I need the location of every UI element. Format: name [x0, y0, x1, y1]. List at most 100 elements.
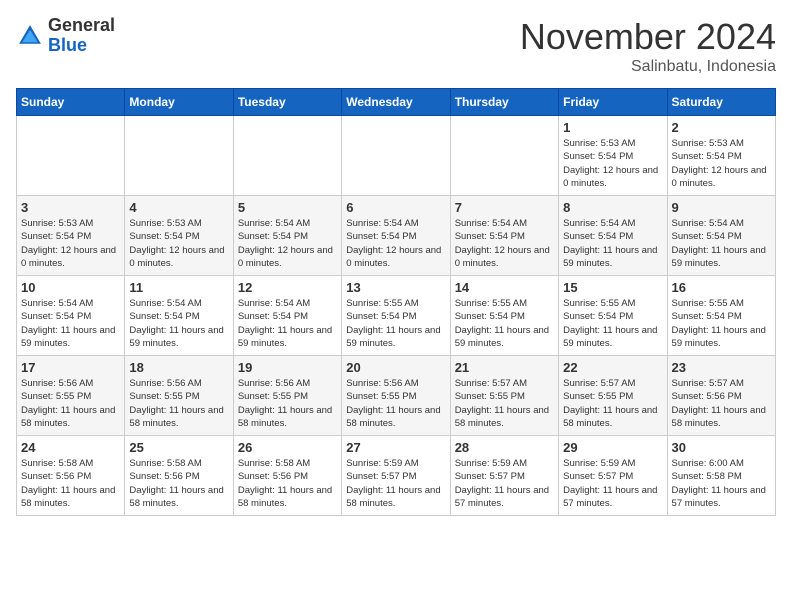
- day-info: Sunrise: 5:54 AM Sunset: 5:54 PM Dayligh…: [238, 297, 337, 350]
- day-info: Sunrise: 5:55 AM Sunset: 5:54 PM Dayligh…: [672, 297, 771, 350]
- day-info: Sunrise: 5:57 AM Sunset: 5:55 PM Dayligh…: [455, 377, 554, 430]
- calendar-week-row: 17 Sunrise: 5:56 AM Sunset: 5:55 PM Dayli…: [17, 356, 776, 436]
- general-blue-logo-icon: [16, 22, 44, 50]
- day-number: 5: [238, 200, 337, 215]
- calendar-table: SundayMondayTuesdayWednesdayThursdayFrid…: [16, 88, 776, 516]
- day-info: Sunrise: 5:56 AM Sunset: 5:55 PM Dayligh…: [129, 377, 228, 430]
- calendar-cell: 4 Sunrise: 5:53 AM Sunset: 5:54 PM Daylig…: [125, 196, 233, 276]
- calendar-cell: 6 Sunrise: 5:54 AM Sunset: 5:54 PM Daylig…: [342, 196, 450, 276]
- calendar-cell: 11 Sunrise: 5:54 AM Sunset: 5:54 PM Dayli…: [125, 276, 233, 356]
- day-info: Sunrise: 5:54 AM Sunset: 5:54 PM Dayligh…: [129, 297, 228, 350]
- col-header-sunday: Sunday: [17, 89, 125, 116]
- day-number: 24: [21, 440, 120, 455]
- day-number: 1: [563, 120, 662, 135]
- calendar-week-row: 24 Sunrise: 5:58 AM Sunset: 5:56 PM Dayli…: [17, 436, 776, 516]
- calendar-cell: 21Sunrise: 5:57 AM Sunset: 5:55 PM Dayli…: [450, 356, 558, 436]
- day-info: Sunrise: 5:54 AM Sunset: 5:54 PM Dayligh…: [238, 217, 337, 270]
- day-number: 13: [346, 280, 445, 295]
- day-info: Sunrise: 6:00 AM Sunset: 5:58 PM Dayligh…: [672, 457, 771, 510]
- col-header-wednesday: Wednesday: [342, 89, 450, 116]
- day-number: 9: [672, 200, 771, 215]
- day-number: 3: [21, 200, 120, 215]
- day-number: 20: [346, 360, 445, 375]
- day-number: 17: [21, 360, 120, 375]
- calendar-cell: [342, 116, 450, 196]
- day-info: Sunrise: 5:58 AM Sunset: 5:56 PM Dayligh…: [129, 457, 228, 510]
- title-block: November 2024 Salinbatu, Indonesia: [520, 16, 776, 76]
- calendar-cell: 16 Sunrise: 5:55 AM Sunset: 5:54 PM Dayli…: [667, 276, 775, 356]
- day-number: 11: [129, 280, 228, 295]
- col-header-monday: Monday: [125, 89, 233, 116]
- day-number: 10: [21, 280, 120, 295]
- day-info: Sunrise: 5:57 AM Sunset: 5:56 PM Dayligh…: [672, 377, 771, 430]
- day-number: 25: [129, 440, 228, 455]
- calendar-cell: 28 Sunrise: 5:59 AM Sunset: 5:57 PM Dayli…: [450, 436, 558, 516]
- calendar-cell: 14Sunrise: 5:55 AM Sunset: 5:54 PM Dayli…: [450, 276, 558, 356]
- day-number: 12: [238, 280, 337, 295]
- day-info: Sunrise: 5:54 AM Sunset: 5:54 PM Dayligh…: [21, 297, 120, 350]
- day-number: 30: [672, 440, 771, 455]
- calendar-header-row: SundayMondayTuesdayWednesdayThursdayFrid…: [17, 89, 776, 116]
- day-number: 15: [563, 280, 662, 295]
- day-info: Sunrise: 5:54 AM Sunset: 5:54 PM Dayligh…: [563, 217, 662, 270]
- location-subtitle: Salinbatu, Indonesia: [520, 58, 776, 76]
- calendar-cell: 17 Sunrise: 5:56 AM Sunset: 5:55 PM Dayli…: [17, 356, 125, 436]
- calendar-cell: 26Sunrise: 5:58 AM Sunset: 5:56 PM Dayli…: [233, 436, 341, 516]
- calendar-week-row: 3 Sunrise: 5:53 AM Sunset: 5:54 PM Daylig…: [17, 196, 776, 276]
- day-number: 18: [129, 360, 228, 375]
- calendar-cell: 30 Sunrise: 6:00 AM Sunset: 5:58 PM Dayli…: [667, 436, 775, 516]
- calendar-week-row: 10 Sunrise: 5:54 AM Sunset: 5:54 PM Dayli…: [17, 276, 776, 356]
- calendar-cell: 5 Sunrise: 5:54 AM Sunset: 5:54 PM Daylig…: [233, 196, 341, 276]
- calendar-cell: 8 Sunrise: 5:54 AM Sunset: 5:54 PM Daylig…: [559, 196, 667, 276]
- day-info: Sunrise: 5:59 AM Sunset: 5:57 PM Dayligh…: [455, 457, 554, 510]
- calendar-cell: 25 Sunrise: 5:58 AM Sunset: 5:56 PM Dayli…: [125, 436, 233, 516]
- calendar-cell: 23 Sunrise: 5:57 AM Sunset: 5:56 PM Dayli…: [667, 356, 775, 436]
- day-info: Sunrise: 5:56 AM Sunset: 5:55 PM Dayligh…: [346, 377, 445, 430]
- day-info: Sunrise: 5:58 AM Sunset: 5:56 PM Dayligh…: [21, 457, 120, 510]
- day-number: 16: [672, 280, 771, 295]
- day-number: 22: [563, 360, 662, 375]
- col-header-saturday: Saturday: [667, 89, 775, 116]
- day-info: Sunrise: 5:55 AM Sunset: 5:54 PM Dayligh…: [346, 297, 445, 350]
- calendar-cell: 3 Sunrise: 5:53 AM Sunset: 5:54 PM Daylig…: [17, 196, 125, 276]
- calendar-cell: 12 Sunrise: 5:54 AM Sunset: 5:54 PM Dayli…: [233, 276, 341, 356]
- calendar-cell: [233, 116, 341, 196]
- day-number: 6: [346, 200, 445, 215]
- day-info: Sunrise: 5:56 AM Sunset: 5:55 PM Dayligh…: [21, 377, 120, 430]
- logo-text: General Blue: [48, 16, 115, 56]
- day-info: Sunrise: 5:54 AM Sunset: 5:54 PM Dayligh…: [346, 217, 445, 270]
- day-number: 28: [455, 440, 554, 455]
- day-number: 7: [455, 200, 554, 215]
- calendar-cell: 18 Sunrise: 5:56 AM Sunset: 5:55 PM Dayli…: [125, 356, 233, 436]
- day-number: 23: [672, 360, 771, 375]
- calendar-cell: 13 Sunrise: 5:55 AM Sunset: 5:54 PM Dayli…: [342, 276, 450, 356]
- logo-blue: Blue: [48, 35, 87, 55]
- day-number: 14: [455, 280, 554, 295]
- day-info: Sunrise: 5:57 AM Sunset: 5:55 PM Dayligh…: [563, 377, 662, 430]
- calendar-cell: 15 Sunrise: 5:55 AM Sunset: 5:54 PM Dayli…: [559, 276, 667, 356]
- day-info: Sunrise: 5:59 AM Sunset: 5:57 PM Dayligh…: [563, 457, 662, 510]
- page-header: General Blue November 2024 Salinbatu, In…: [16, 16, 776, 76]
- calendar-cell: 20 Sunrise: 5:56 AM Sunset: 5:55 PM Dayli…: [342, 356, 450, 436]
- day-info: Sunrise: 5:53 AM Sunset: 5:54 PM Dayligh…: [129, 217, 228, 270]
- month-title: November 2024: [520, 16, 776, 58]
- col-header-friday: Friday: [559, 89, 667, 116]
- day-number: 4: [129, 200, 228, 215]
- calendar-cell: 19 Sunrise: 5:56 AM Sunset: 5:55 PM Dayli…: [233, 356, 341, 436]
- calendar-cell: 27 Sunrise: 5:59 AM Sunset: 5:57 PM Dayli…: [342, 436, 450, 516]
- calendar-cell: 9 Sunrise: 5:54 AM Sunset: 5:54 PM Daylig…: [667, 196, 775, 276]
- calendar-cell: 24 Sunrise: 5:58 AM Sunset: 5:56 PM Dayli…: [17, 436, 125, 516]
- day-info: Sunrise: 5:59 AM Sunset: 5:57 PM Dayligh…: [346, 457, 445, 510]
- col-header-tuesday: Tuesday: [233, 89, 341, 116]
- day-info: Sunrise: 5:54 AM Sunset: 5:54 PM Dayligh…: [672, 217, 771, 270]
- day-info: Sunrise: 5:55 AM Sunset: 5:54 PM Dayligh…: [563, 297, 662, 350]
- day-info: Sunrise: 5:53 AM Sunset: 5:54 PM Dayligh…: [21, 217, 120, 270]
- day-number: 19: [238, 360, 337, 375]
- day-number: 8: [563, 200, 662, 215]
- day-info: Sunrise: 5:58 AM Sunset: 5:56 PM Dayligh…: [238, 457, 337, 510]
- day-info: Sunrise: 5:53 AM Sunset: 5:54 PM Dayligh…: [672, 137, 771, 190]
- day-number: 27: [346, 440, 445, 455]
- calendar-cell: 7Sunrise: 5:54 AM Sunset: 5:54 PM Daylig…: [450, 196, 558, 276]
- calendar-cell: [125, 116, 233, 196]
- day-info: Sunrise: 5:56 AM Sunset: 5:55 PM Dayligh…: [238, 377, 337, 430]
